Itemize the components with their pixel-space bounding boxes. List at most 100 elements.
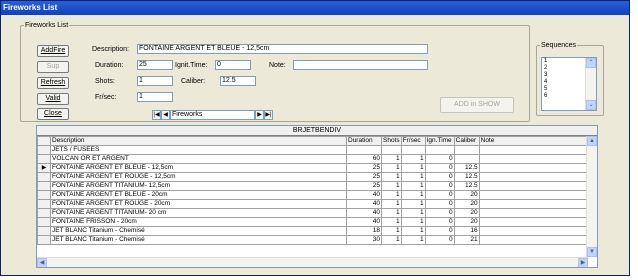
table-cell: 18: [346, 226, 382, 236]
table-cell: 21: [453, 235, 480, 245]
table-cell: [478, 226, 590, 236]
prev-record-button[interactable]: ◀: [161, 110, 170, 120]
table-cell: FONTAINE ARGENT ET BLEUE - 12,5cm: [50, 163, 347, 173]
table-row[interactable]: FONTAINE ARGENT ET ROUGE - 12,5cm 25 1 1 0 12…: [37, 172, 590, 182]
table-cell: 1: [400, 199, 426, 209]
row-selector[interactable]: [37, 181, 51, 191]
last-record-button[interactable]: ▶|: [264, 110, 273, 120]
row-selector[interactable]: [37, 235, 51, 245]
table-row[interactable]: ▶ FONTAINE ARGENT ET BLEUE - 12,5cm 25 1 1 0 1…: [37, 163, 590, 173]
caliber-label: Caliber:: [181, 78, 206, 85]
table-cell: 0: [424, 181, 455, 191]
table-row[interactable]: FONTAINE ARGENT TITANIUM- 12,5cm 25 1 1 0 12.…: [37, 181, 590, 191]
group-legend: Fireworks List: [24, 21, 70, 30]
duration-label: Duration:: [95, 62, 124, 69]
table-cell: [478, 172, 590, 182]
table-cell: 25: [346, 163, 382, 173]
sup-button[interactable]: Sup: [37, 61, 69, 73]
table-cell: [478, 235, 590, 245]
column-header[interactable]: Description: [50, 136, 347, 146]
frsec-field[interactable]: 1: [137, 92, 173, 102]
column-header[interactable]: Caliber: [453, 136, 480, 146]
table-cell: 40: [346, 217, 382, 227]
add-fire-button[interactable]: AddFire: [37, 45, 69, 57]
first-record-button[interactable]: |◀: [152, 110, 161, 120]
column-header[interactable]: Note: [478, 136, 590, 146]
grid-scroll-left-icon[interactable]: ◀: [37, 258, 47, 267]
refresh-button[interactable]: Refresh: [37, 77, 69, 89]
table-cell: 1: [381, 208, 402, 218]
row-selector[interactable]: [37, 190, 51, 200]
description-field[interactable]: FONTAINE ARGENT ET BLEUE - 12,5cm: [137, 44, 428, 54]
table-row[interactable]: FONTAINE ARGENT ET ROUGE - 20cm 40 1 1 0 20: [37, 199, 590, 209]
table-row[interactable]: FONTAINE ARGENT ET BLEUE - 20cm 40 1 1 0 20: [37, 190, 590, 200]
row-selector[interactable]: [37, 145, 51, 155]
shots-label: Shots:: [95, 78, 115, 85]
caliber-field[interactable]: 12.5: [220, 76, 256, 86]
fireworks-grid: BRJETBENDIV Description Duration Shots Fr/s…: [36, 125, 598, 268]
table-cell: 20: [453, 208, 480, 218]
table-cell: FONTAINE ARGENT TITANIUM- 20 cm: [50, 208, 347, 218]
table-row[interactable]: FONTAINE ARGENT TITANIUM- 20 cm 40 1 1 0 20: [37, 208, 590, 218]
table-row[interactable]: JET BLANC Titanium - Chemisé 18 1 1 0 16: [37, 226, 590, 236]
table-cell: 1: [381, 217, 402, 227]
fireworks-table: Description Duration Shots Fr/sec Ign.Time Ca…: [37, 136, 590, 245]
grid-scroll-down-icon[interactable]: ▼: [587, 247, 597, 257]
table-cell: 0: [424, 199, 455, 209]
grid-vertical-scrollbar[interactable]: ▲ ▼: [586, 136, 597, 257]
row-selector[interactable]: [37, 226, 51, 236]
table-cell: 1: [381, 172, 402, 182]
ignit-time-label: Ignit.Time:: [175, 62, 208, 69]
grid-horizontal-scrollbar[interactable]: ◀ ▶: [37, 257, 588, 267]
row-selector[interactable]: [37, 199, 51, 209]
table-cell: 1: [400, 208, 426, 218]
table-row[interactable]: VOLCAN OR ET ARGENT 60 1 1 0: [37, 154, 590, 164]
table-cell: [478, 190, 590, 200]
table-cell: 40: [346, 190, 382, 200]
table-cell: 0: [424, 235, 455, 245]
grid-scroll-up-icon[interactable]: ▲: [587, 136, 597, 146]
next-record-button[interactable]: ▶: [255, 110, 264, 120]
grid-scroll-right-icon[interactable]: ▶: [578, 258, 588, 267]
table-cell: 40: [346, 208, 382, 218]
add-in-show-button[interactable]: ADD in SHOW: [440, 97, 514, 113]
table-cell: 1: [381, 226, 402, 236]
row-selector[interactable]: [37, 154, 51, 164]
row-selector[interactable]: ▶: [37, 163, 51, 173]
table-cell: 1: [381, 181, 402, 191]
table-cell: FONTAINE ARGENT TITANIUM- 12,5cm: [50, 181, 347, 191]
table-cell: [478, 199, 590, 209]
row-selector[interactable]: [37, 217, 51, 227]
table-cell: [346, 145, 382, 155]
table-row[interactable]: JETS / FUSEES: [37, 145, 590, 155]
table-cell: 1: [400, 226, 426, 236]
shots-field[interactable]: 1: [137, 76, 173, 86]
valid-button[interactable]: Valid: [37, 93, 69, 105]
column-header[interactable]: [37, 136, 51, 146]
sequences-list[interactable]: 123456 ⌃ ⌄: [541, 57, 597, 111]
table-cell: VOLCAN OR ET ARGENT: [50, 154, 347, 164]
column-header[interactable]: Shots: [381, 136, 402, 146]
ignit-time-field[interactable]: 0: [215, 60, 251, 70]
table-cell: 12.5: [453, 163, 480, 173]
row-selector[interactable]: [37, 172, 51, 182]
table-row[interactable]: FONTAINE FRISSON - 20cm 40 1 1 0 20: [37, 217, 590, 227]
close-button[interactable]: Close: [37, 108, 69, 120]
duration-field[interactable]: 25: [137, 60, 173, 70]
note-field[interactable]: [293, 60, 428, 70]
row-selector[interactable]: [37, 208, 51, 218]
column-header[interactable]: Fr/sec: [400, 136, 426, 146]
table-cell: [381, 145, 402, 155]
sequences-scrollbar[interactable]: ⌃ ⌄: [585, 58, 596, 110]
table-cell: 1: [400, 181, 426, 191]
table-cell: FONTAINE ARGENT ET ROUGE - 12,5cm: [50, 172, 347, 182]
grid-body: JETS / FUSEES VOLCAN OR ET ARGENT 60 1 1 0 ▶ FO…: [37, 145, 590, 245]
sequences-scroll-down-icon[interactable]: ⌄: [586, 100, 596, 110]
column-header[interactable]: Duration: [346, 136, 382, 146]
table-cell: 1: [400, 235, 426, 245]
table-cell: 0: [424, 226, 455, 236]
table-cell: JET BLANC Titanium - Chemisé: [50, 226, 347, 236]
column-header[interactable]: Ign.Time: [424, 136, 455, 146]
sequences-scroll-up-icon[interactable]: ⌃: [586, 58, 596, 68]
table-row[interactable]: JET BLANC Titanium - Chemisé 30 1 1 0 21: [37, 235, 590, 245]
